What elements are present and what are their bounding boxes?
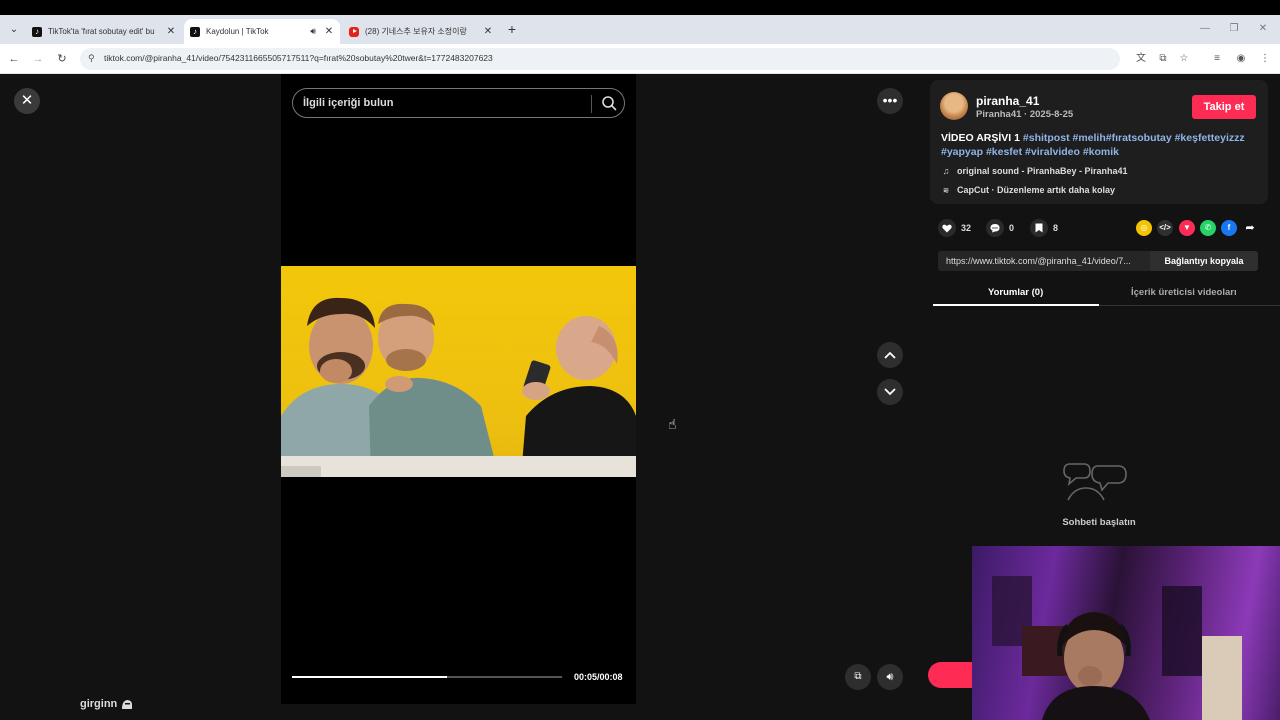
menu-icon[interactable]: ⋮ xyxy=(1258,52,1272,66)
user-subline: Piranha41 · 2025-8-25 xyxy=(976,109,1074,120)
url-field[interactable]: ⚲ tiktok.com/@piranha_41/video/754231166… xyxy=(80,48,1120,70)
comment-button[interactable]: 0 xyxy=(986,219,1014,237)
heart-icon xyxy=(938,219,956,237)
capcut-link[interactable]: ⩳ CapCut · Düzenleme artık daha kolay xyxy=(941,185,1115,195)
address-bar-row: ← → ↻ ⚲ tiktok.com/@piranha_41/video/754… xyxy=(0,44,1280,74)
empty-comments-text: Sohbeti başlatın xyxy=(1062,517,1136,528)
browser-tab-3[interactable]: (28) 기네스추 보유자 소정이랑 ✕ xyxy=(343,19,499,44)
minimize-icon[interactable]: — xyxy=(1196,21,1214,37)
coin-icon[interactable]: ◎ xyxy=(1136,220,1152,236)
reload-icon[interactable]: ↻ xyxy=(54,51,70,67)
reading-list-icon[interactable]: ≡ xyxy=(1210,52,1224,66)
like-button[interactable]: 32 xyxy=(938,219,971,237)
volume-icon[interactable]: 🔊︎ xyxy=(877,664,903,690)
link-text: https://www.tiktok.com/@piranha_41/video… xyxy=(946,256,1131,266)
tiktok-icon: ♪ xyxy=(32,26,42,37)
embed-icon[interactable]: </> xyxy=(1157,220,1173,236)
bookmark-icon xyxy=(1030,219,1048,237)
close-window-icon[interactable]: ✕ xyxy=(1254,21,1272,37)
close-tab-icon[interactable]: ✕ xyxy=(322,26,336,37)
tab-title: TikTok'ta 'fırat sobutay edit' bu xyxy=(48,27,155,36)
progress-fill xyxy=(292,676,448,678)
search-icon[interactable] xyxy=(601,95,617,111)
capcut-text: CapCut · Düzenleme artık daha kolay xyxy=(957,185,1116,195)
close-tab-icon[interactable]: ✕ xyxy=(481,26,495,37)
music-note-icon: ♫ xyxy=(942,166,950,176)
post-info-card: piranha_41 Piranha41 · 2025-8-25 Takip e… xyxy=(930,80,1268,204)
mouse-cursor-icon: ☝ xyxy=(668,416,677,432)
active-tab-indicator xyxy=(933,304,1099,306)
time-display: 00:05/00:08 xyxy=(574,672,623,682)
video-frame[interactable] xyxy=(281,266,636,477)
share-arrow-icon[interactable]: ➦ xyxy=(1242,220,1258,236)
close-tab-icon[interactable]: ✕ xyxy=(164,26,178,37)
username[interactable]: piranha_41 xyxy=(976,94,1039,108)
speaker-icon[interactable]: 🔊︎ xyxy=(310,26,316,37)
chevron-down-icon xyxy=(884,388,896,396)
install-icon[interactable]: ⧉ xyxy=(1156,52,1170,66)
send-icon[interactable]: ▼ xyxy=(1179,220,1195,236)
link-field[interactable]: https://www.tiktok.com/@piranha_41/video… xyxy=(938,251,1258,271)
browser-tab-2[interactable]: ♪ Kaydolun | TikTok 🔊︎ ✕ xyxy=(184,19,340,44)
tab-creator-videos[interactable]: İçerik üreticisi videoları xyxy=(1131,287,1237,298)
more-options-icon[interactable]: ••• xyxy=(877,88,903,114)
tab-comments[interactable]: Yorumlar (0) xyxy=(988,287,1043,298)
hashtag-links[interactable]: #shitpost #melih#fıratsobutay #keşfettey… xyxy=(1023,132,1245,144)
avatar[interactable] xyxy=(940,92,968,120)
video-scene xyxy=(281,297,636,477)
close-video-button[interactable]: ✕ xyxy=(14,88,40,114)
translate-icon[interactable]: 文 xyxy=(1134,52,1148,66)
like-count: 32 xyxy=(961,223,972,233)
search-input[interactable]: İlgili içeriği bulun xyxy=(292,88,625,118)
forward-icon[interactable]: → xyxy=(30,51,46,67)
follow-button[interactable]: Takip et xyxy=(1192,95,1256,119)
tab-title: Kaydolun | TikTok xyxy=(206,27,269,36)
description-text: VİDEO ARŞİVI 1 xyxy=(941,132,1020,144)
comment-count: 0 xyxy=(1009,223,1015,233)
video-player[interactable]: İlgili içeriği bulun 00:05/00:08 xyxy=(281,74,636,704)
comment-icon xyxy=(986,219,1004,237)
search-divider xyxy=(591,95,592,113)
facebook-icon[interactable]: f xyxy=(1221,220,1237,236)
browser-tab-1[interactable]: ♪ TikTok'ta 'fırat sobutay edit' bu ✕ xyxy=(26,19,182,44)
next-video-button[interactable] xyxy=(877,379,903,405)
tiktok-icon: ♪ xyxy=(190,26,200,37)
progress-bar[interactable] xyxy=(292,676,562,678)
back-icon[interactable]: ← xyxy=(6,51,22,67)
site-info-icon[interactable]: ⚲ xyxy=(88,53,95,64)
tab-title: (28) 기네스추 보유자 소정이랑 xyxy=(365,27,467,36)
previous-video-button[interactable] xyxy=(877,342,903,368)
webcam-overlay xyxy=(972,546,1280,720)
tab-search-icon[interactable]: ⌄ xyxy=(4,19,24,39)
watermark-icon xyxy=(122,700,132,709)
youtube-icon xyxy=(349,26,359,37)
post-description: VİDEO ARŞİVI 1 #shitpost #melih#fıratsob… xyxy=(941,131,1263,159)
profile-icon[interactable]: ◉ xyxy=(1234,52,1248,66)
webcam-scene xyxy=(992,576,1242,720)
save-count: 8 xyxy=(1053,223,1059,233)
panel-tabs: Yorumlar (0) İçerik üreticisi videoları xyxy=(933,284,1280,306)
capcut-icon: ⩳ xyxy=(943,185,949,195)
url-text: tiktok.com/@piranha_41/video/75423116655… xyxy=(104,53,493,63)
search-placeholder: İlgili içeriği bulun xyxy=(303,97,394,109)
chevron-up-icon xyxy=(884,351,896,359)
copy-link-button[interactable]: Bağlantıyı kopyala xyxy=(1150,251,1258,271)
chat-bubbles-icon xyxy=(1063,463,1127,501)
new-tab-icon[interactable]: + xyxy=(504,21,520,37)
sound-text: original sound - PiranhaBey - Piranha41 xyxy=(957,166,1128,176)
sound-link[interactable]: ♫ original sound - PiranhaBey - Piranha4… xyxy=(941,166,1128,176)
hashtag-links[interactable]: #yapyap #kesfet #viralvideo #komik xyxy=(941,146,1119,158)
watermark-text: girginn xyxy=(80,698,118,710)
bookmark-star-icon[interactable]: ☆ xyxy=(1177,52,1191,66)
action-bar: 32 0 8 ◎ </> ▼ ✆ f ➦ xyxy=(938,219,1268,239)
pip-icon[interactable]: ⧉ xyxy=(845,664,871,690)
whatsapp-icon[interactable]: ✆ xyxy=(1200,220,1216,236)
save-button[interactable]: 8 xyxy=(1030,219,1058,237)
restore-icon[interactable]: ❐ xyxy=(1225,21,1243,37)
